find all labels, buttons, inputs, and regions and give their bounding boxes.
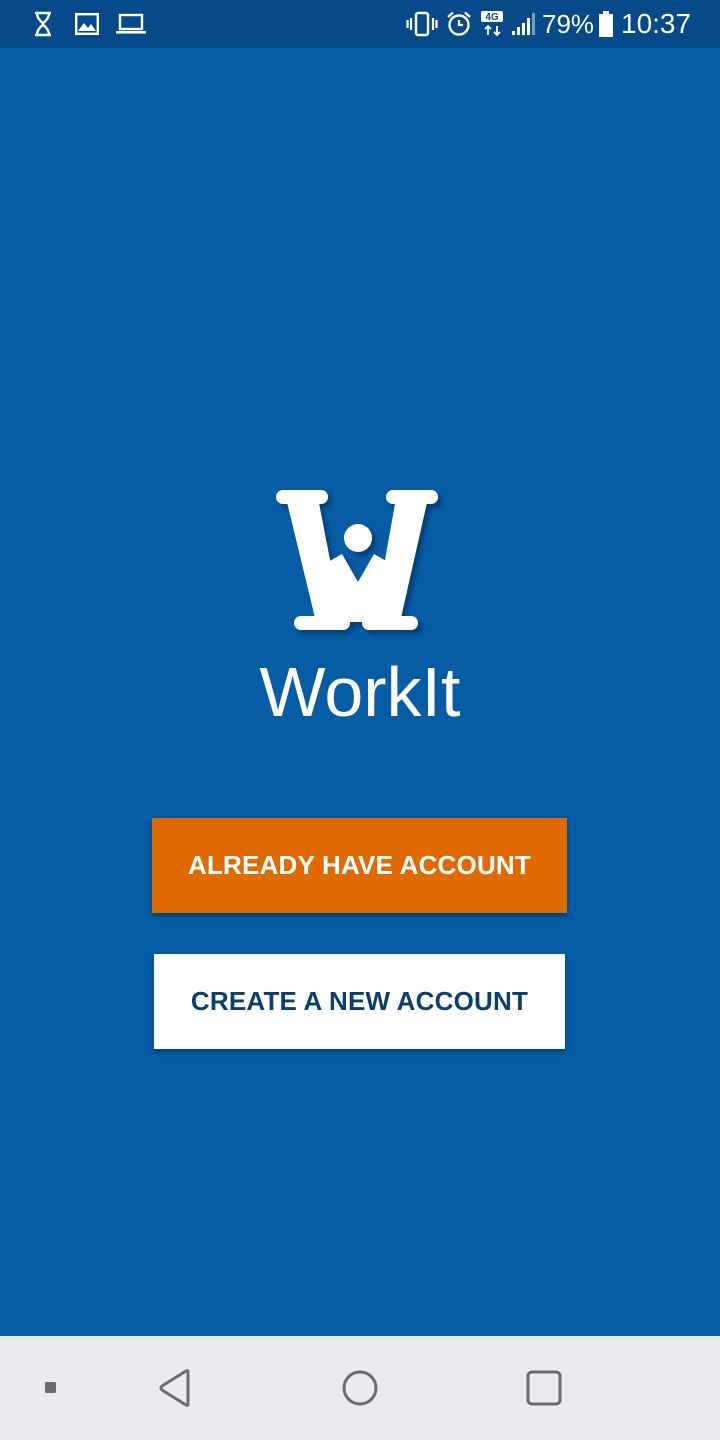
svg-text:4G: 4G [485,12,499,23]
app-title: WorkIt [259,653,461,731]
image-icon [74,10,100,38]
create-new-account-button[interactable]: CREATE A NEW ACCOUNT [154,954,565,1049]
laptop-icon [114,10,148,38]
network-4g-icon: 4G [480,10,506,38]
dot-icon[interactable] [36,1336,66,1440]
alarm-icon [445,10,473,38]
recents-icon[interactable] [522,1336,566,1440]
workit-logo-icon [270,486,446,646]
vibrate-icon [406,10,438,38]
back-icon[interactable] [152,1336,198,1440]
home-icon[interactable] [338,1336,382,1440]
already-have-account-button[interactable]: ALREADY HAVE ACCOUNT [152,818,567,913]
hourglass-icon [30,10,56,38]
signal-icon [510,10,538,38]
clock: 10:37 [621,8,692,39]
battery-icon [597,10,615,38]
battery-percent: 79% [542,9,595,39]
main-screen: WorkIt ALREADY HAVE ACCOUNT CREATE A NEW… [0,48,720,1336]
navigation-bar [0,1336,720,1440]
status-bar: 4G 79% 10:37 [0,0,720,48]
